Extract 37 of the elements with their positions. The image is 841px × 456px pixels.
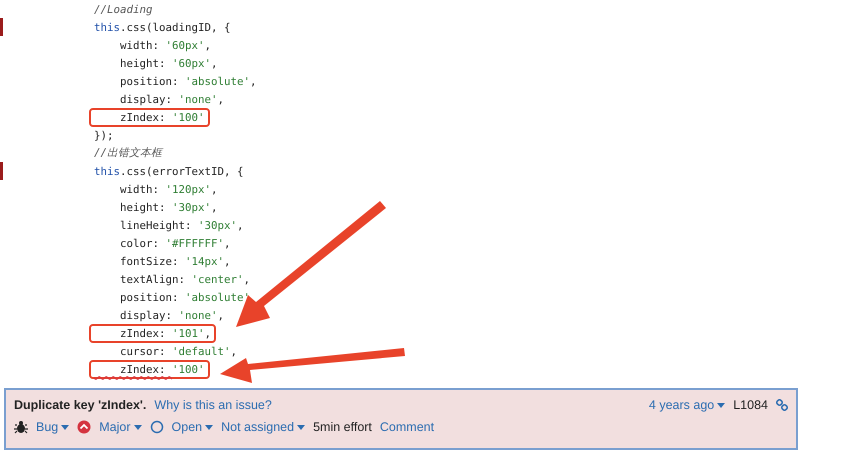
caret-icon xyxy=(297,425,306,430)
age-dropdown[interactable]: 4 years ago xyxy=(648,398,726,412)
code-line: this.css(loadingID, { xyxy=(93,20,232,36)
code-line: cursor: 'default', xyxy=(119,344,238,360)
bug-icon xyxy=(14,420,28,434)
severity-dropdown[interactable]: Major xyxy=(99,420,142,434)
code-line: width: '60px', xyxy=(119,38,212,54)
code-line: }); xyxy=(93,128,115,144)
assignee-dropdown[interactable]: Not assigned xyxy=(221,420,306,434)
code-line: position: 'absolute' xyxy=(119,290,252,306)
code-line: fontSize: '14px', xyxy=(119,254,232,270)
code-line: //出错文本框 xyxy=(93,145,164,161)
line-number: L1084 xyxy=(733,398,768,412)
code-line: this.css(errorTextID, { xyxy=(93,164,245,180)
type-dropdown[interactable]: Bug xyxy=(36,420,70,434)
code-line: lineHeight: '30px', xyxy=(119,218,245,234)
severity-icon xyxy=(77,420,92,434)
caret-icon xyxy=(134,425,142,430)
effort-label: 5min effort xyxy=(313,420,372,434)
status-dropdown[interactable]: Open xyxy=(172,420,214,434)
code-line: height: '60px', xyxy=(119,56,219,72)
issue-message: Duplicate key 'zIndex'. xyxy=(14,398,146,412)
code-line: display: 'none', xyxy=(119,308,226,324)
code-line: height: '30px', xyxy=(119,200,219,216)
why-link[interactable]: Why is this an issue? xyxy=(154,398,272,412)
caret-icon xyxy=(717,403,726,408)
code-line: width: '120px', xyxy=(119,182,219,198)
code-line: color: '#FFFFFF', xyxy=(119,236,232,252)
code-line: //Loading xyxy=(93,2,154,18)
caret-icon xyxy=(61,425,70,430)
code-line: position: 'absolute', xyxy=(119,74,258,90)
status-icon xyxy=(150,420,164,434)
link-icon[interactable] xyxy=(776,399,788,411)
code-line: textAlign: 'center', xyxy=(119,272,252,288)
caret-icon xyxy=(205,425,214,430)
comment-link[interactable]: Comment xyxy=(380,420,434,434)
code-line: display: 'none', xyxy=(119,92,226,108)
